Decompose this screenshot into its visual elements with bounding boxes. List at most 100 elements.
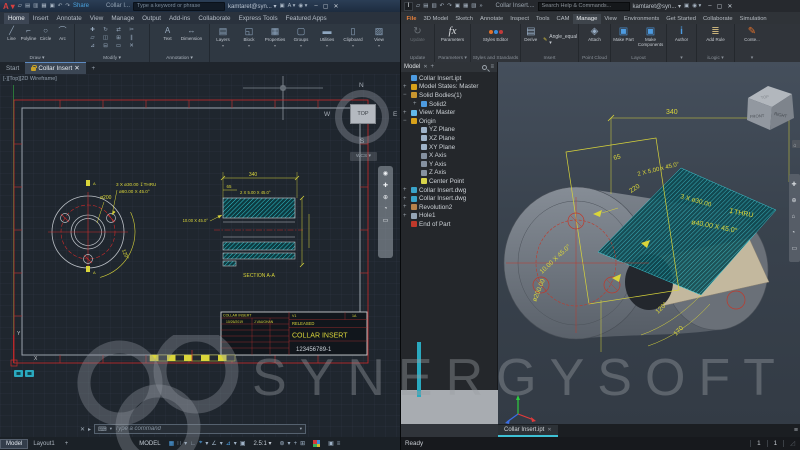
ribbon-tab[interactable]: Output <box>138 13 165 24</box>
ribbon-panel-button[interactable]: ▤ Layers ▾ <box>210 24 236 62</box>
browser-tree-item[interactable]: YZ Plane <box>401 126 497 135</box>
browser-tree-item[interactable]: X Axis <box>401 151 497 160</box>
ribbon-tab[interactable]: Manage <box>107 13 138 24</box>
browser-tree-item[interactable]: + Collar Insert.dwg <box>401 194 497 203</box>
browser-scrollbar[interactable] <box>417 342 421 397</box>
chevron-down-icon[interactable]: ▾ <box>300 43 302 48</box>
full-navigation-wheel-icon[interactable]: ◉ <box>383 170 388 177</box>
annotation-monitor-icons[interactable] <box>14 370 34 377</box>
status-icon[interactable]: ▾ <box>288 440 291 447</box>
ribbon-tab[interactable]: Simulation <box>736 14 770 24</box>
quick-access-icon[interactable]: ▣ <box>455 3 460 9</box>
chevron-down-icon[interactable]: ▾ <box>326 43 328 48</box>
ribbon-tab[interactable]: Inspect <box>507 14 533 24</box>
quick-access-icon[interactable]: ▱ <box>18 3 22 9</box>
ribbon-tab[interactable]: Collaborate <box>194 13 234 24</box>
author-button[interactable]: i Author <box>667 24 697 43</box>
tree-toggle[interactable]: − <box>403 118 409 124</box>
viewcube-south[interactable]: S <box>360 138 364 145</box>
tree-toggle[interactable]: + <box>403 84 409 90</box>
make-components-button[interactable]: ▣ Make Components <box>636 24 666 48</box>
wcs-dropdown[interactable]: WCS ▾ <box>350 152 377 161</box>
command-input[interactable] <box>115 426 297 432</box>
browser-tree-item[interactable]: End of Part <box>401 220 497 229</box>
command-line-icon[interactable]: ✕ <box>80 426 85 433</box>
modify-tool-icon[interactable]: ⊟ <box>103 43 108 49</box>
modify-tool-icon[interactable]: ↻ <box>103 27 108 33</box>
tree-toggle[interactable]: + <box>403 196 409 202</box>
layout1-tab[interactable]: Layout1 <box>28 440 59 448</box>
modify-tool-icon[interactable]: ▱ <box>90 35 94 41</box>
quick-access-icon[interactable]: ▧ <box>471 3 476 9</box>
ribbon-tab[interactable]: View <box>86 13 108 24</box>
ribbon-tab[interactable]: Featured Apps <box>282 13 331 24</box>
document-tab-close-icon[interactable]: ✕ <box>547 427 551 433</box>
annotation-tool-button[interactable]: A Text <box>156 26 180 41</box>
command-input-box[interactable]: ⌨ ▾ ▾ <box>94 424 306 434</box>
annotation-tool-button[interactable]: ↔ Dimension <box>180 26 204 41</box>
update-button[interactable]: ↻ Update <box>403 24 433 43</box>
chevron-down-icon[interactable]: ▾ <box>248 43 250 48</box>
status-icon[interactable]: ⊞ <box>300 440 305 447</box>
quick-access-icon[interactable]: ▥ <box>431 3 436 9</box>
status-icon[interactable]: ▾ <box>184 440 187 447</box>
modify-tool-icon[interactable]: ✂ <box>129 27 134 33</box>
model-canvas[interactable]: 340 65 2 X 5.00 x 45.0° 220 3 X ø30.00 ↧… <box>498 62 800 424</box>
quick-access-icon[interactable]: ↶ <box>440 3 445 9</box>
browser-tree-item[interactable]: + Revolution2 <box>401 203 497 212</box>
tree-toggle[interactable]: + <box>403 213 409 219</box>
attach-button[interactable]: ◈ Attach <box>580 24 610 43</box>
showmotion-icon[interactable]: ▭ <box>383 217 389 224</box>
browser-tree-item[interactable]: XZ Plane <box>401 134 497 143</box>
status-icon[interactable]: ∟ <box>190 441 196 447</box>
pan-icon[interactable]: ✚ <box>383 182 388 189</box>
tree-toggle[interactable]: − <box>403 92 409 98</box>
quick-access-icon[interactable]: ▤ <box>423 3 428 9</box>
browser-add-tab[interactable]: + <box>431 64 435 70</box>
ribbon-tab[interactable]: Add-ins <box>165 13 194 24</box>
titlebar-icon[interactable]: ◉ ▾ <box>298 3 307 9</box>
new-file-tab-button[interactable]: + <box>86 63 102 74</box>
status-icon[interactable]: ⌖ <box>199 440 202 447</box>
chevron-down-icon[interactable]: ▾ <box>274 43 276 48</box>
draw-tool-button[interactable]: ⌐ Polyline <box>20 26 37 41</box>
collar-3d-model[interactable] <box>504 168 776 339</box>
close-button[interactable]: ✕ <box>727 3 732 10</box>
quick-access-icon[interactable]: ▥ <box>33 3 38 9</box>
ribbon-tab[interactable]: Express Tools <box>235 13 282 24</box>
ribbon-tab[interactable]: Tools <box>532 14 553 24</box>
modify-tool-icon[interactable]: ▭ <box>116 43 121 49</box>
tree-toggle[interactable]: + <box>413 101 419 107</box>
search-icon[interactable] <box>482 65 487 70</box>
chevron-down-icon[interactable]: ▾ <box>222 43 224 48</box>
user-account-button[interactable]: kamtaret@syn... ▾ <box>228 3 276 10</box>
browser-tree-item[interactable]: + View: Master <box>401 108 497 117</box>
draw-tool-button[interactable]: ○ Circle <box>37 26 54 41</box>
ribbon-tab[interactable]: Sketch <box>452 14 477 24</box>
maximize-button[interactable]: ▢ <box>323 3 329 10</box>
ribbon-panel-button[interactable]: ▦ Properties ▾ <box>262 24 288 62</box>
viewcube-west[interactable]: W <box>324 111 330 118</box>
ribbon-tab[interactable]: Environments <box>620 14 662 24</box>
derive-button[interactable]: ▤ Derive <box>521 26 542 43</box>
status-icon[interactable]: ▾ <box>220 440 223 447</box>
tree-toggle[interactable]: + <box>403 187 409 193</box>
ribbon-panel-button[interactable]: ▢ Groups ▾ <box>288 24 314 62</box>
tree-toggle[interactable]: + <box>403 204 409 210</box>
search-input[interactable] <box>133 2 225 11</box>
status-icon[interactable]: ▦ <box>169 440 175 447</box>
command-line-icon[interactable]: ▸ <box>88 426 91 433</box>
viewcube-east[interactable]: E <box>393 111 397 118</box>
section-view-geometry[interactable]: 340 65 2 X 5.00 X 45.0° 10.00 X 45.0° <box>183 172 309 279</box>
ribbon-tab[interactable]: File <box>403 14 420 24</box>
draw-tool-button[interactable]: ⌒ Arc <box>54 26 71 41</box>
browser-tree-item[interactable]: Center Point <box>401 177 497 186</box>
chevron-down-icon[interactable]: ▾ <box>378 43 380 48</box>
browser-tree-item[interactable]: XY Plane <box>401 143 497 152</box>
browser-tree-item[interactable]: − Origin <box>401 117 497 126</box>
orbit-icon[interactable]: ◔ <box>384 206 388 212</box>
draw-tool-button[interactable]: ╱ Line <box>3 26 20 41</box>
front-view-geometry[interactable]: A A 120° ø200 3 X ø30.00 ↧THRU ø60.00 X … <box>48 180 156 277</box>
styles-editor-button[interactable]: Styles Editor <box>476 24 516 43</box>
status-icon[interactable]: ▣ <box>240 440 246 447</box>
